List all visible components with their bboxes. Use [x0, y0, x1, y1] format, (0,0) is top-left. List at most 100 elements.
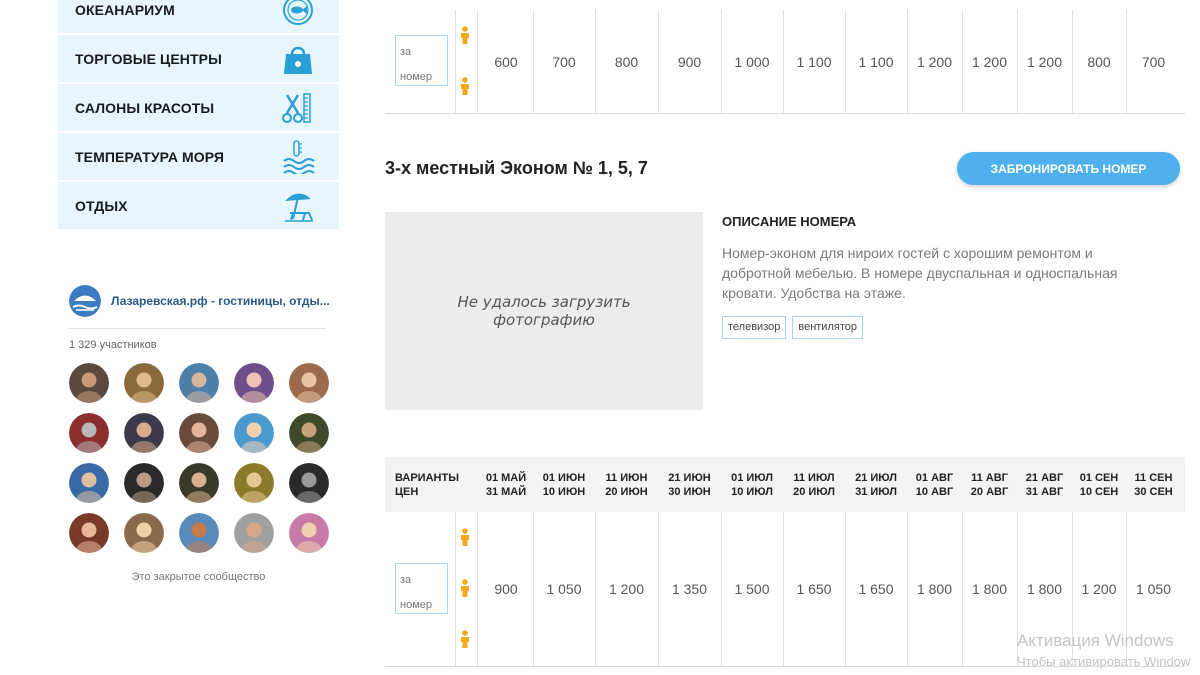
member-avatar[interactable]: [69, 463, 109, 503]
menu-item-shopping-centers[interactable]: ТОРГОВЫЕ ЦЕНТРЫ: [58, 35, 339, 82]
header-date-from: 21 АВГ: [1025, 472, 1064, 484]
shopping-bag-icon: [284, 46, 312, 74]
windows-activation-hint: Чтобы активировать Window: [1017, 654, 1191, 669]
header-date-from: 01 ИЮЛ: [731, 472, 773, 484]
unit-label-line1: за: [400, 46, 412, 58]
scissors-comb-icon: [282, 93, 311, 123]
member-avatar[interactable]: [69, 513, 109, 553]
menu-item-rest[interactable]: ОТДЫХ: [58, 182, 339, 229]
column-divider: [477, 512, 478, 666]
price-cell: 700: [552, 53, 576, 70]
beach-umbrella-icon: [285, 193, 313, 222]
member-avatar[interactable]: [179, 413, 219, 453]
member-avatar[interactable]: [124, 363, 164, 403]
member-avatar[interactable]: [289, 513, 329, 553]
person-icon: [461, 630, 469, 648]
guest-count-icons: [457, 10, 473, 113]
column-divider: [477, 10, 478, 113]
header-date-range: 01 СЕН 10 СЕН: [1072, 471, 1126, 499]
header-date-to: 30 СЕН: [1134, 486, 1173, 498]
windows-activation-title: Активация Windows: [1017, 631, 1174, 650]
unit-field[interactable]: за номер: [395, 35, 448, 86]
person-icon: [461, 26, 469, 44]
price-cell: 1 200: [971, 53, 1008, 70]
table-row: за номер 600 700 800 900 1 000 1 100 1 100 1 20…: [385, 10, 1185, 114]
member-avatar[interactable]: [124, 413, 164, 453]
price-cell: 1 050: [546, 581, 582, 597]
price-cell: 700: [1141, 53, 1166, 70]
members-count[interactable]: 1 329 участников: [69, 339, 157, 351]
price-cell: 1 650: [796, 581, 832, 597]
person-icon: [461, 77, 469, 95]
header-line: ВАРИАНТЫ: [395, 472, 459, 484]
member-avatar[interactable]: [289, 363, 329, 403]
header-date-range: 11 СЕН 30 СЕН: [1126, 471, 1181, 499]
price-cell: 1 200: [1026, 53, 1063, 70]
price-cell: 1 000: [734, 53, 770, 70]
member-avatar[interactable]: [234, 513, 274, 553]
header-date-to: 31 АВГ: [1025, 486, 1064, 498]
member-avatar[interactable]: [234, 413, 274, 453]
member-avatar[interactable]: [124, 513, 164, 553]
member-avatar[interactable]: [289, 463, 329, 503]
header-date-to: 31 ИЮЛ: [855, 486, 897, 498]
menu-item-label: ОТДЫХ: [75, 197, 128, 214]
header-date-range: 21 ИЮН 30 ИЮН: [658, 471, 721, 499]
guest-count-icons: [457, 512, 473, 666]
header-line: ЦЕН: [395, 486, 419, 498]
menu-item-oceanarium[interactable]: ОКЕАНАРИУМ: [58, 0, 339, 33]
header-date-to: 10 ИЮН: [542, 486, 586, 498]
menu-item-label: ТОРГОВЫЕ ЦЕНТРЫ: [75, 50, 222, 67]
price-cell: 1 100: [858, 53, 894, 70]
menu-item-sea-temperature[interactable]: ТЕМПЕРАТУРА МОРЯ: [58, 133, 339, 180]
member-avatar[interactable]: [179, 513, 219, 553]
price-cell: 600: [494, 53, 518, 70]
header-date-to: 20 ИЮН: [605, 486, 648, 498]
community-title-link[interactable]: Лазаревская.рф - гостиницы, отды...: [111, 294, 330, 308]
header-date-range: 21 ИЮЛ 31 ИЮЛ: [845, 471, 907, 499]
price-cell: 1 200: [916, 53, 953, 70]
header-date-from: 11 СЕН: [1134, 472, 1173, 484]
amenity-tag: телевизор: [722, 316, 787, 339]
header-date-from: 21 ИЮН: [668, 472, 711, 484]
member-avatar[interactable]: [234, 363, 274, 403]
unit-field[interactable]: за номер: [395, 563, 448, 614]
photo-error-text: Не удалось загрузить фотографию: [457, 293, 631, 329]
table-header: ВАРИАНТЫ ЦЕН 01 МАЙ 31 МАЙ 01 ИЮН 10 ИЮН 11 …: [385, 457, 1185, 512]
room-title: 3-х местный Эконом № 1, 5, 7: [385, 158, 648, 178]
member-avatar[interactable]: [289, 413, 329, 453]
vk-header: Лазаревская.рф - гостиницы, отды...: [69, 285, 330, 317]
sea-thermometer-icon: [283, 140, 315, 174]
member-avatar[interactable]: [179, 363, 219, 403]
header-date-to: 30 ИЮН: [668, 486, 711, 498]
column-divider: [455, 10, 456, 113]
closed-community-note: Это закрытое сообщество: [131, 571, 266, 583]
fish-icon: [283, 0, 313, 25]
member-avatar[interactable]: [234, 463, 274, 503]
member-avatar[interactable]: [124, 463, 164, 503]
price-cell: 1 800: [971, 581, 1008, 597]
unit-label-line1: за: [400, 574, 412, 586]
community-logo[interactable]: [69, 285, 101, 317]
menu-item-beauty-salons[interactable]: САЛОНЫ КРАСОТЫ: [58, 84, 339, 131]
price-cell: 1 650: [858, 581, 894, 597]
room-description-text: Номер-эконом для нироих гостей с хорошим…: [722, 245, 1118, 301]
book-room-button[interactable]: ЗАБРОНИРОВАТЬ НОМЕР: [957, 152, 1180, 185]
room-photo-placeholder[interactable]: Не удалось загрузить фотографию: [385, 212, 703, 410]
header-date-range: 01 МАЙ 31 МАЙ: [479, 471, 533, 499]
side-menu: ОКЕАНАРИУМ ТОРГОВЫЕ ЦЕНТРЫ САЛОНЫ КРАСОТ…: [58, 0, 339, 231]
member-avatar[interactable]: [69, 413, 109, 453]
header-date-to: 10 АВГ: [915, 486, 954, 498]
amenity-tags: телевизор вентилятор: [722, 316, 863, 339]
member-avatar[interactable]: [69, 363, 109, 403]
header-date-range: 01 АВГ 10 АВГ: [907, 471, 962, 499]
header-date-range: 11 ИЮН 20 ИЮН: [595, 471, 658, 499]
header-date-range: 01 ИЮН 10 ИЮН: [533, 471, 595, 499]
unit-label-line2: номер: [400, 71, 432, 83]
menu-item-label: ТЕМПЕРАТУРА МОРЯ: [75, 148, 225, 165]
header-date-from: 21 ИЮЛ: [855, 472, 897, 484]
menu-item-label: ОКЕАНАРИУМ: [75, 1, 175, 18]
unit-label-line2: номер: [400, 599, 432, 611]
member-avatar[interactable]: [179, 463, 219, 503]
person-icon: [461, 528, 469, 546]
